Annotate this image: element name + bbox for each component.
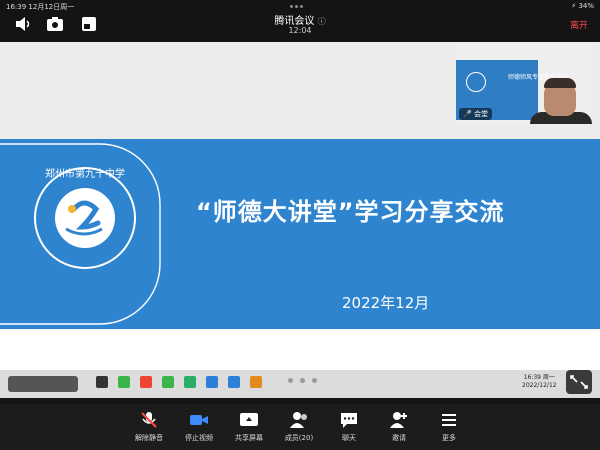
taskbar-search-box (8, 376, 78, 392)
participant-hair (544, 78, 576, 88)
slide-date: 2022年12月 (342, 294, 430, 312)
participant-video-tile[interactable]: 师德师风专项教育活动 🎤 会堂 (456, 44, 592, 124)
app-icon (140, 376, 152, 388)
app-icon (228, 376, 240, 388)
stop-video-button[interactable]: 停止视频 (174, 410, 224, 450)
taskbar-apps (96, 376, 262, 388)
video-logo-icon (466, 72, 486, 92)
school-logo: 郑州市第九十中学 (34, 167, 136, 269)
more-icon (442, 414, 456, 426)
meeting-title[interactable]: 腾讯会议 ⓘ (0, 12, 600, 27)
members-icon (290, 412, 307, 428)
app-icon (206, 376, 218, 388)
invite-button[interactable]: 邀请 (374, 410, 424, 450)
app-icon (162, 376, 174, 388)
school-name: 郑州市第九十中学 (45, 167, 125, 180)
app-icon (184, 376, 196, 388)
app-icon (118, 376, 130, 388)
shared-taskbar (0, 370, 600, 398)
unmute-button[interactable]: 解除静音 (124, 410, 174, 450)
video-icon (190, 415, 208, 425)
tray-clock: 16:39 周一 2022/12/12 (522, 374, 557, 389)
app-icon (96, 376, 108, 388)
expand-icon (570, 375, 588, 389)
chat-icon (341, 413, 357, 428)
members-button[interactable]: 成员(20) (274, 410, 324, 450)
invite-icon (390, 412, 407, 428)
share-screen-button[interactable]: 共享屏幕 (224, 410, 274, 450)
battery-indicator: ⚡ 34% (571, 2, 594, 10)
meeting-toolbar: 解除静音 停止视频 共享屏幕 成员(20) 聊天 邀请 更多 (0, 404, 600, 450)
participant-name-tag: 🎤 会堂 (459, 108, 492, 120)
mic-off-icon (141, 412, 157, 428)
share-screen-icon (240, 413, 258, 426)
page-indicator[interactable] (288, 378, 317, 383)
app-icon (250, 376, 262, 388)
meeting-duration: 12:04 (288, 26, 312, 35)
chat-button[interactable]: 聊天 (324, 410, 374, 450)
slide-title: “师德大讲堂”学习分享交流 (196, 198, 505, 226)
meeting-topbar: 腾讯会议 ⓘ 12:04 离开 (0, 10, 600, 40)
more-button[interactable]: 更多 (424, 410, 474, 450)
leave-button[interactable]: 离开 (570, 18, 588, 31)
drag-handle[interactable] (290, 5, 310, 8)
fullscreen-button[interactable] (566, 370, 592, 394)
